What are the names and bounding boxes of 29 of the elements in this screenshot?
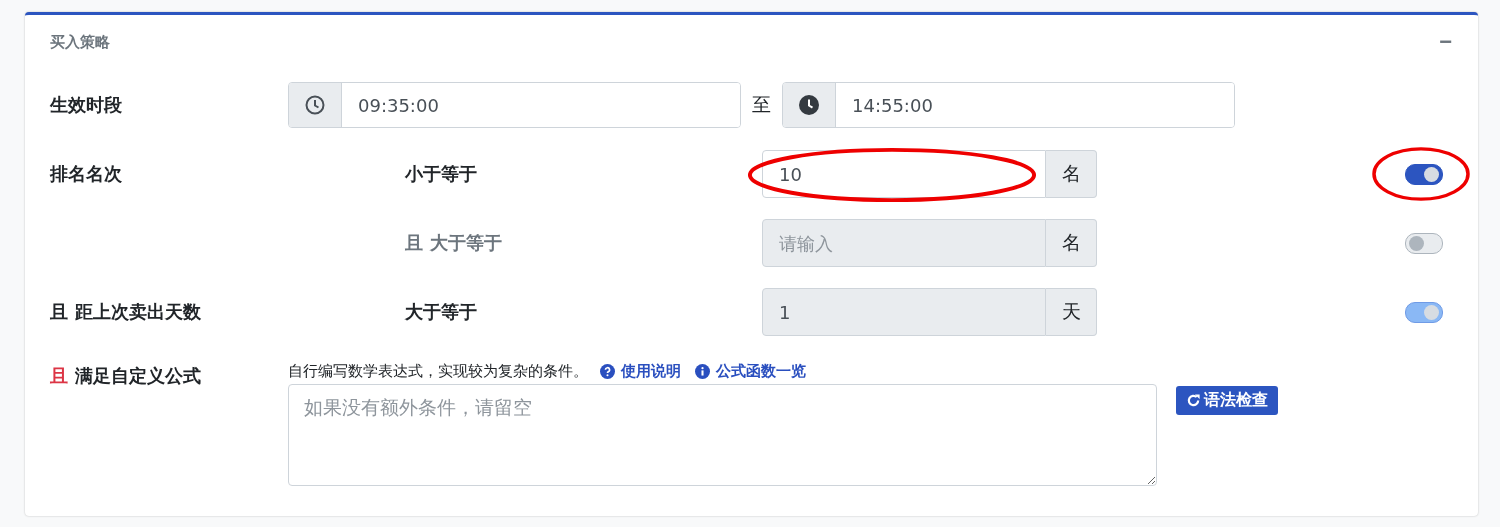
help-icon <box>600 363 615 379</box>
help-link[interactable]: 使用说明 <box>600 361 681 381</box>
help-link[interactable]: 公式函数一览 <box>695 361 806 381</box>
refresh-icon <box>1186 393 1201 408</box>
clock-icon <box>305 95 325 115</box>
connector-label: 且 <box>50 364 68 388</box>
collapse-button[interactable]: − <box>1435 31 1456 53</box>
end-time-field[interactable]: 14:55:00 <box>782 82 1235 128</box>
start-time-field[interactable]: 09:35:00 <box>288 82 741 128</box>
clock-icon <box>799 95 819 115</box>
condition-label: 排名名次 <box>50 162 122 186</box>
hint-text: 自行编写数学表达式，实现较为复杂的条件。 <box>288 361 588 381</box>
unit-addon: 天 <box>1046 288 1097 336</box>
condition-label: 满足自定义公式 <box>75 364 201 388</box>
operator-label: 小于等于 <box>405 162 477 186</box>
operator-label: 大于等于 <box>430 231 502 255</box>
connector-label: 且 <box>405 231 423 255</box>
syntax-check-button[interactable]: 语法检查 <box>1176 386 1278 415</box>
operator-label: 大于等于 <box>405 300 477 324</box>
unit-addon: 名 <box>1046 150 1097 198</box>
unit-addon: 名 <box>1046 219 1097 267</box>
info-icon <box>695 363 710 379</box>
field-label: 生效时段 <box>50 93 123 117</box>
condition-label: 距上次卖出天数 <box>75 300 201 324</box>
formula-input[interactable]: 如果没有额外条件，请留空 <box>288 384 1157 486</box>
connector-label: 且 <box>50 300 68 324</box>
card-title: 买入策略 <box>50 32 110 52</box>
range-separator: 至 <box>751 92 772 117</box>
toggle-switch[interactable] <box>1405 163 1443 185</box>
